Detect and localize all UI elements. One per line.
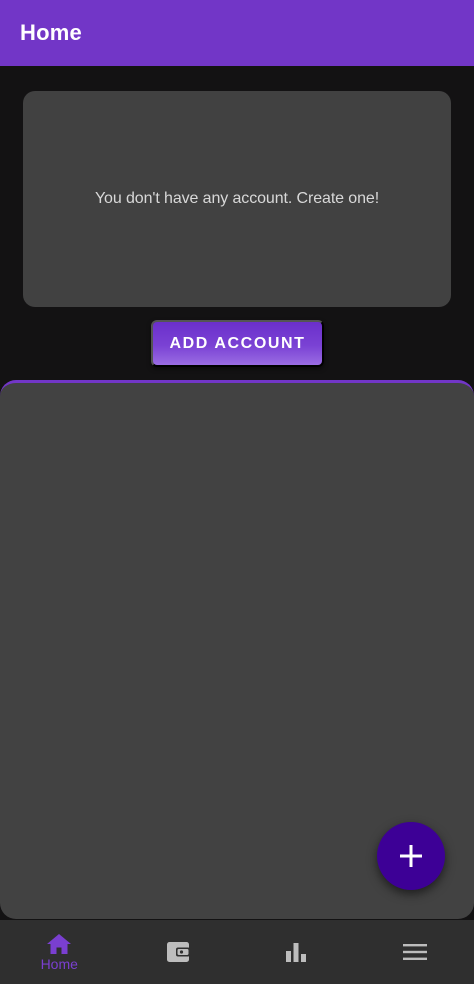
bar-chart-icon xyxy=(286,943,307,962)
menu-icon xyxy=(402,944,427,960)
empty-accounts-card: You don't have any account. Create one! xyxy=(23,91,451,307)
app-screen: Home You don't have any account. Create … xyxy=(0,0,474,984)
add-fab-button[interactable] xyxy=(377,822,445,890)
app-bar: Home xyxy=(0,0,474,66)
add-account-button[interactable]: ADD ACCOUNT xyxy=(151,320,324,367)
home-icon xyxy=(47,933,72,954)
nav-item-menu[interactable] xyxy=(356,920,474,984)
plus-icon xyxy=(400,845,422,867)
nav-item-stats[interactable] xyxy=(237,920,356,984)
page-title: Home xyxy=(20,20,82,45)
bottom-navigation: Home xyxy=(0,920,474,984)
nav-item-wallet[interactable] xyxy=(119,920,238,984)
nav-item-home-label: Home xyxy=(40,955,78,972)
empty-accounts-message: You don't have any account. Create one! xyxy=(94,190,380,207)
nav-item-home[interactable]: Home xyxy=(0,920,119,984)
wallet-icon xyxy=(166,942,190,962)
